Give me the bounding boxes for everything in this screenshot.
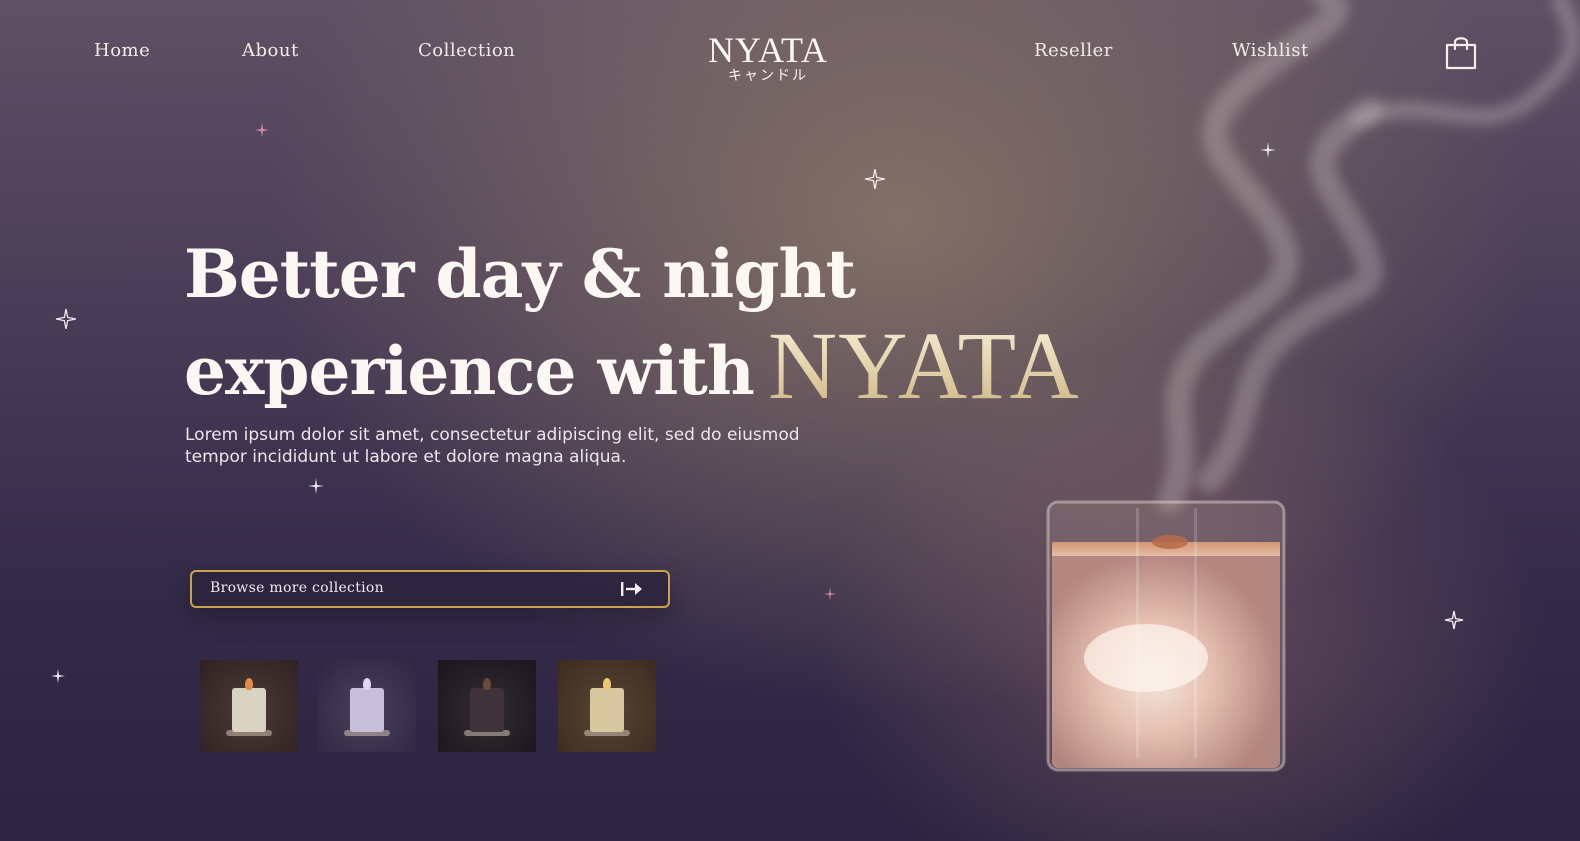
sparkle-icon (308, 478, 324, 494)
candle-thumb-gold[interactable] (558, 660, 656, 752)
hero-description: Lorem ipsum dolor sit amet, consectetur … (185, 425, 800, 467)
candle-thumb-amber[interactable] (200, 660, 298, 752)
candle-thumb-lavender[interactable] (318, 660, 416, 752)
thumb-candle-glass (470, 688, 504, 732)
thumb-candle-flame (483, 678, 491, 690)
thumb-candle-flame (245, 678, 253, 690)
thumb-candle-glass (590, 688, 624, 732)
sparkle-outline-icon (864, 168, 886, 190)
thumb-candle-glass (232, 688, 266, 732)
sparkle-outline-icon (55, 308, 77, 330)
sparkle-icon (255, 123, 269, 137)
sparkle-icon (51, 669, 65, 683)
brand-logo[interactable]: NYATA キャンドル (704, 32, 832, 84)
arrow-right-to-bar-icon (621, 582, 642, 596)
hero-headline-line2-text: experience with (184, 332, 755, 410)
logo-wordmark: NYATA (707, 30, 829, 70)
hero-candle-image (1046, 500, 1286, 772)
smoke-wisp-decoration (1157, 0, 1580, 513)
sparkle-icon (1260, 142, 1276, 158)
browse-collection-button[interactable]: Browse more collection (190, 570, 670, 608)
nav-home-link[interactable]: Home (94, 40, 150, 61)
candle-thumb-dark[interactable] (438, 660, 536, 752)
sparkle-icon (823, 587, 837, 601)
nav-about-link[interactable]: About (242, 40, 299, 61)
logo-subtitle: キャンドル (728, 68, 808, 84)
thumb-candle-glass (350, 688, 384, 732)
hero-headline-line1: Better day & night (184, 235, 856, 313)
hero-brand-name: NYATA (767, 312, 1080, 419)
nav-wishlist-link[interactable]: Wishlist (1232, 40, 1309, 61)
hero-headline: Better day & night experience with NYATA (184, 228, 1080, 417)
thumb-candle-flame (363, 678, 371, 690)
shopping-bag-icon[interactable] (1444, 34, 1478, 70)
nav-collection-link[interactable]: Collection (418, 40, 515, 61)
hero-headline-line2: experience with NYATA (184, 318, 1080, 417)
sparkle-outline-icon (1444, 610, 1464, 630)
browse-collection-label: Browse more collection (210, 580, 384, 596)
thumb-candle-flame (603, 678, 611, 690)
nav-reseller-link[interactable]: Reseller (1034, 40, 1113, 61)
